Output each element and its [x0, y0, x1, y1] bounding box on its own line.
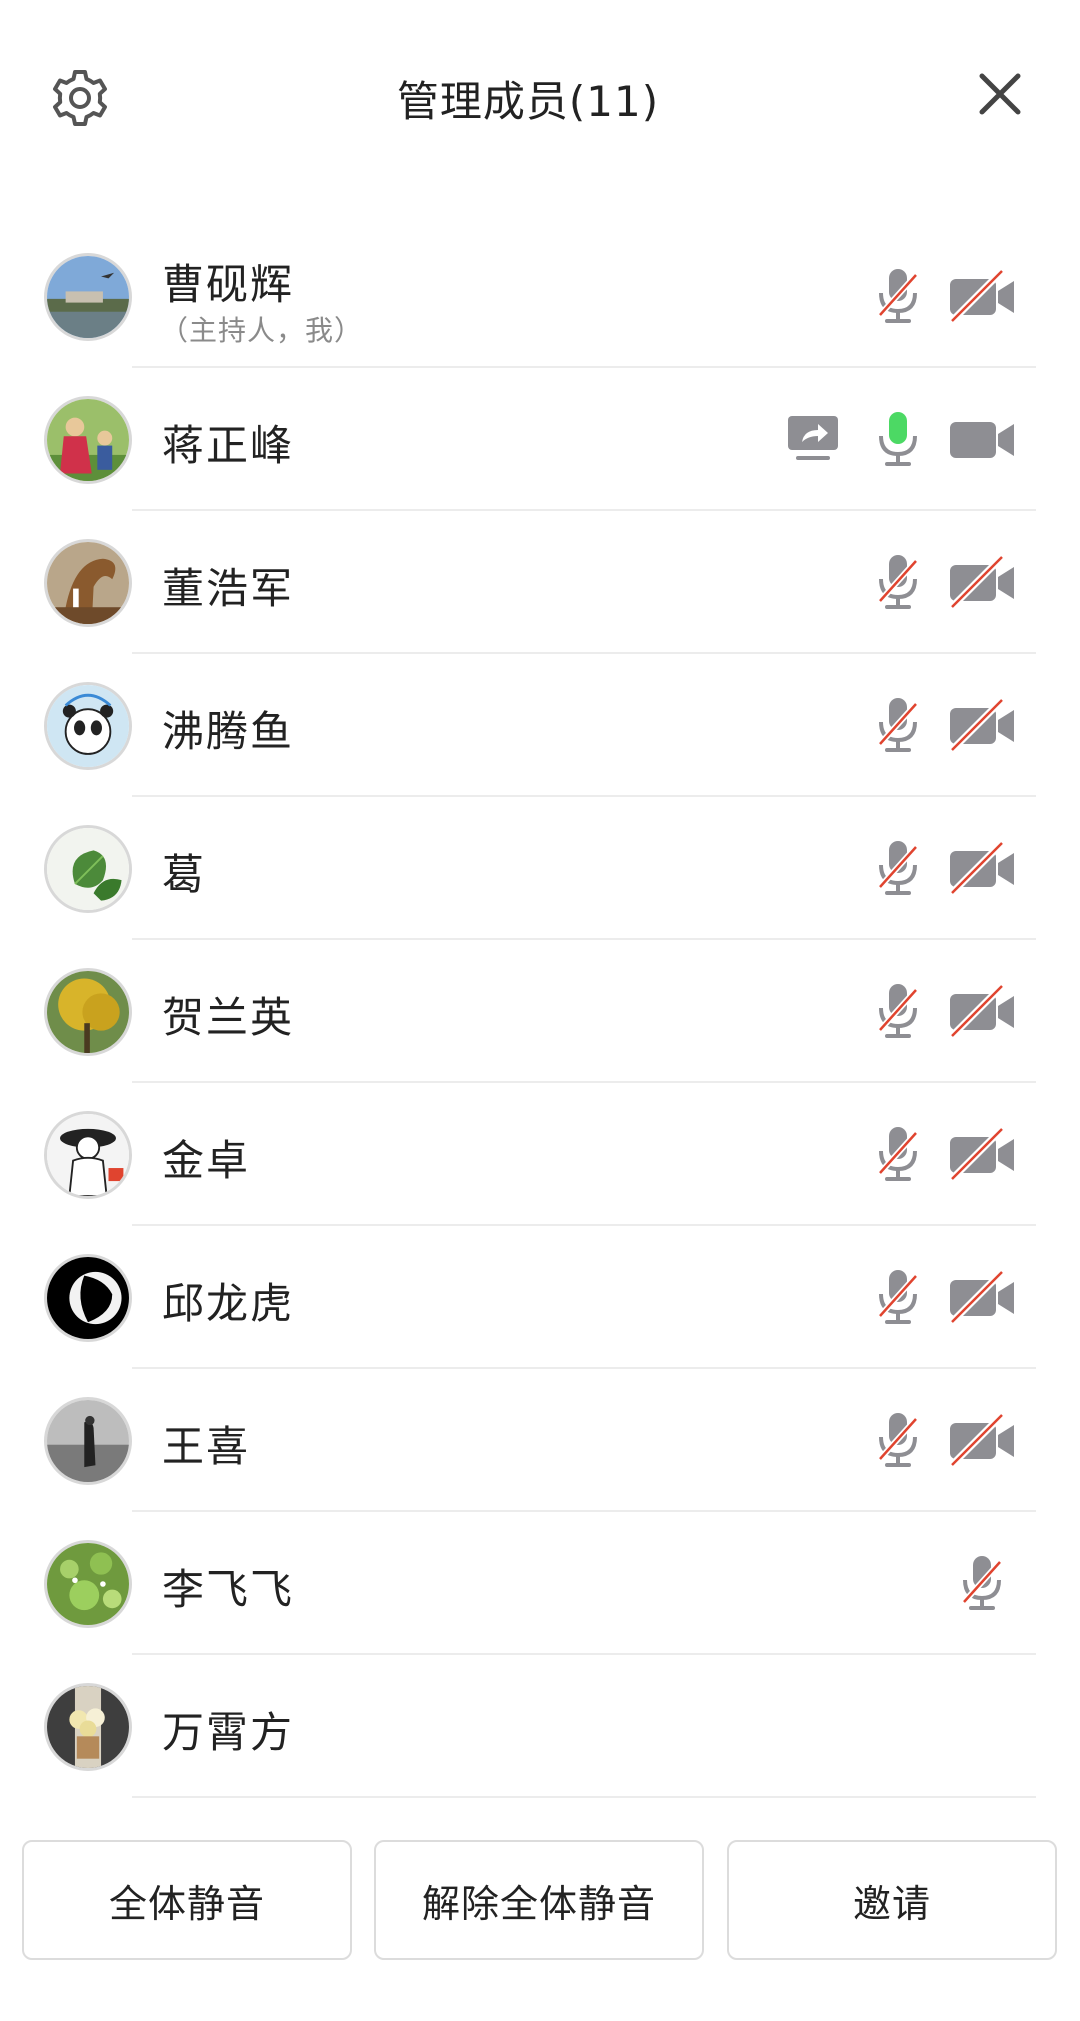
member-row[interactable]: 贺兰英 — [0, 940, 1080, 1083]
member-row[interactable]: 蒋正峰 — [0, 368, 1080, 511]
divider — [132, 1796, 1036, 1798]
header: 管理成员(11) — [0, 0, 1080, 190]
mute-all-button[interactable]: 全体静音 — [22, 1840, 352, 1960]
mic-muted-icon[interactable] — [872, 1266, 924, 1330]
avatar — [44, 825, 132, 913]
mic-active-icon[interactable] — [872, 408, 924, 472]
mic-muted-icon[interactable] — [872, 1409, 924, 1473]
avatar — [44, 1397, 132, 1485]
avatar — [44, 253, 132, 341]
member-name: 李飞飞 — [162, 1565, 295, 1614]
member-name: 董浩军 — [162, 564, 295, 613]
camera-off-icon[interactable] — [948, 267, 1016, 327]
mic-muted-icon[interactable] — [872, 1123, 924, 1187]
camera-off-icon[interactable] — [948, 982, 1016, 1042]
avatar — [44, 539, 132, 627]
member-row[interactable]: 王喜 — [0, 1369, 1080, 1512]
footer-actions: 全体静音 解除全体静音 邀请 — [0, 1840, 1080, 1960]
mic-muted-icon[interactable] — [872, 265, 924, 329]
member-name: 邱龙虎 — [162, 1279, 295, 1328]
member-row[interactable]: 沸腾鱼 — [0, 654, 1080, 797]
member-row[interactable]: 万霄方 — [0, 1655, 1080, 1798]
member-row[interactable]: 曹砚辉 （主持人，我） — [0, 225, 1080, 368]
avatar — [44, 1111, 132, 1199]
member-row[interactable]: 李飞飞 — [0, 1512, 1080, 1655]
avatar — [44, 1540, 132, 1628]
member-role: （主持人，我） — [160, 314, 364, 347]
member-row[interactable]: 葛 — [0, 797, 1080, 940]
avatar — [44, 682, 132, 770]
member-row[interactable]: 金卓 — [0, 1083, 1080, 1226]
mic-muted-icon[interactable] — [956, 1552, 1008, 1616]
member-name: 王喜 — [162, 1422, 251, 1471]
close-icon[interactable] — [972, 66, 1028, 122]
member-list: 曹砚辉 （主持人，我） 蒋正峰 董浩军 沸腾鱼 葛 贺兰英 金卓 邱龙虎 王喜 … — [0, 225, 1080, 1798]
member-name: 葛 — [162, 850, 207, 899]
camera-on-icon[interactable] — [948, 410, 1016, 470]
unmute-all-button[interactable]: 解除全体静音 — [374, 1840, 704, 1960]
mic-muted-icon[interactable] — [872, 980, 924, 1044]
avatar — [44, 1254, 132, 1342]
member-row[interactable]: 董浩军 — [0, 511, 1080, 654]
mic-muted-icon[interactable] — [872, 551, 924, 615]
member-name: 贺兰英 — [162, 993, 295, 1042]
member-row[interactable]: 邱龙虎 — [0, 1226, 1080, 1369]
avatar — [44, 1683, 132, 1771]
avatar — [44, 396, 132, 484]
member-name: 万霄方 — [162, 1708, 295, 1757]
mic-muted-icon[interactable] — [872, 837, 924, 901]
camera-off-icon[interactable] — [948, 553, 1016, 613]
manage-members-sheet: 管理成员(11) 曹砚辉 （主持人，我） 蒋正峰 董浩军 沸腾鱼 葛 贺兰英 金… — [0, 0, 1080, 2021]
member-name: 蒋正峰 — [162, 421, 295, 470]
camera-off-icon[interactable] — [948, 1268, 1016, 1328]
camera-off-icon[interactable] — [948, 1411, 1016, 1471]
screen-share-icon[interactable] — [786, 414, 840, 464]
camera-off-icon[interactable] — [948, 1125, 1016, 1185]
member-name: 金卓 — [162, 1136, 251, 1185]
invite-button[interactable]: 邀请 — [727, 1840, 1057, 1960]
member-name: 沸腾鱼 — [162, 707, 295, 756]
camera-off-icon[interactable] — [948, 839, 1016, 899]
camera-off-icon[interactable] — [948, 696, 1016, 756]
mic-muted-icon[interactable] — [872, 694, 924, 758]
page-title: 管理成员(11) — [396, 77, 660, 126]
member-name: 曹砚辉 — [162, 260, 295, 309]
avatar — [44, 968, 132, 1056]
